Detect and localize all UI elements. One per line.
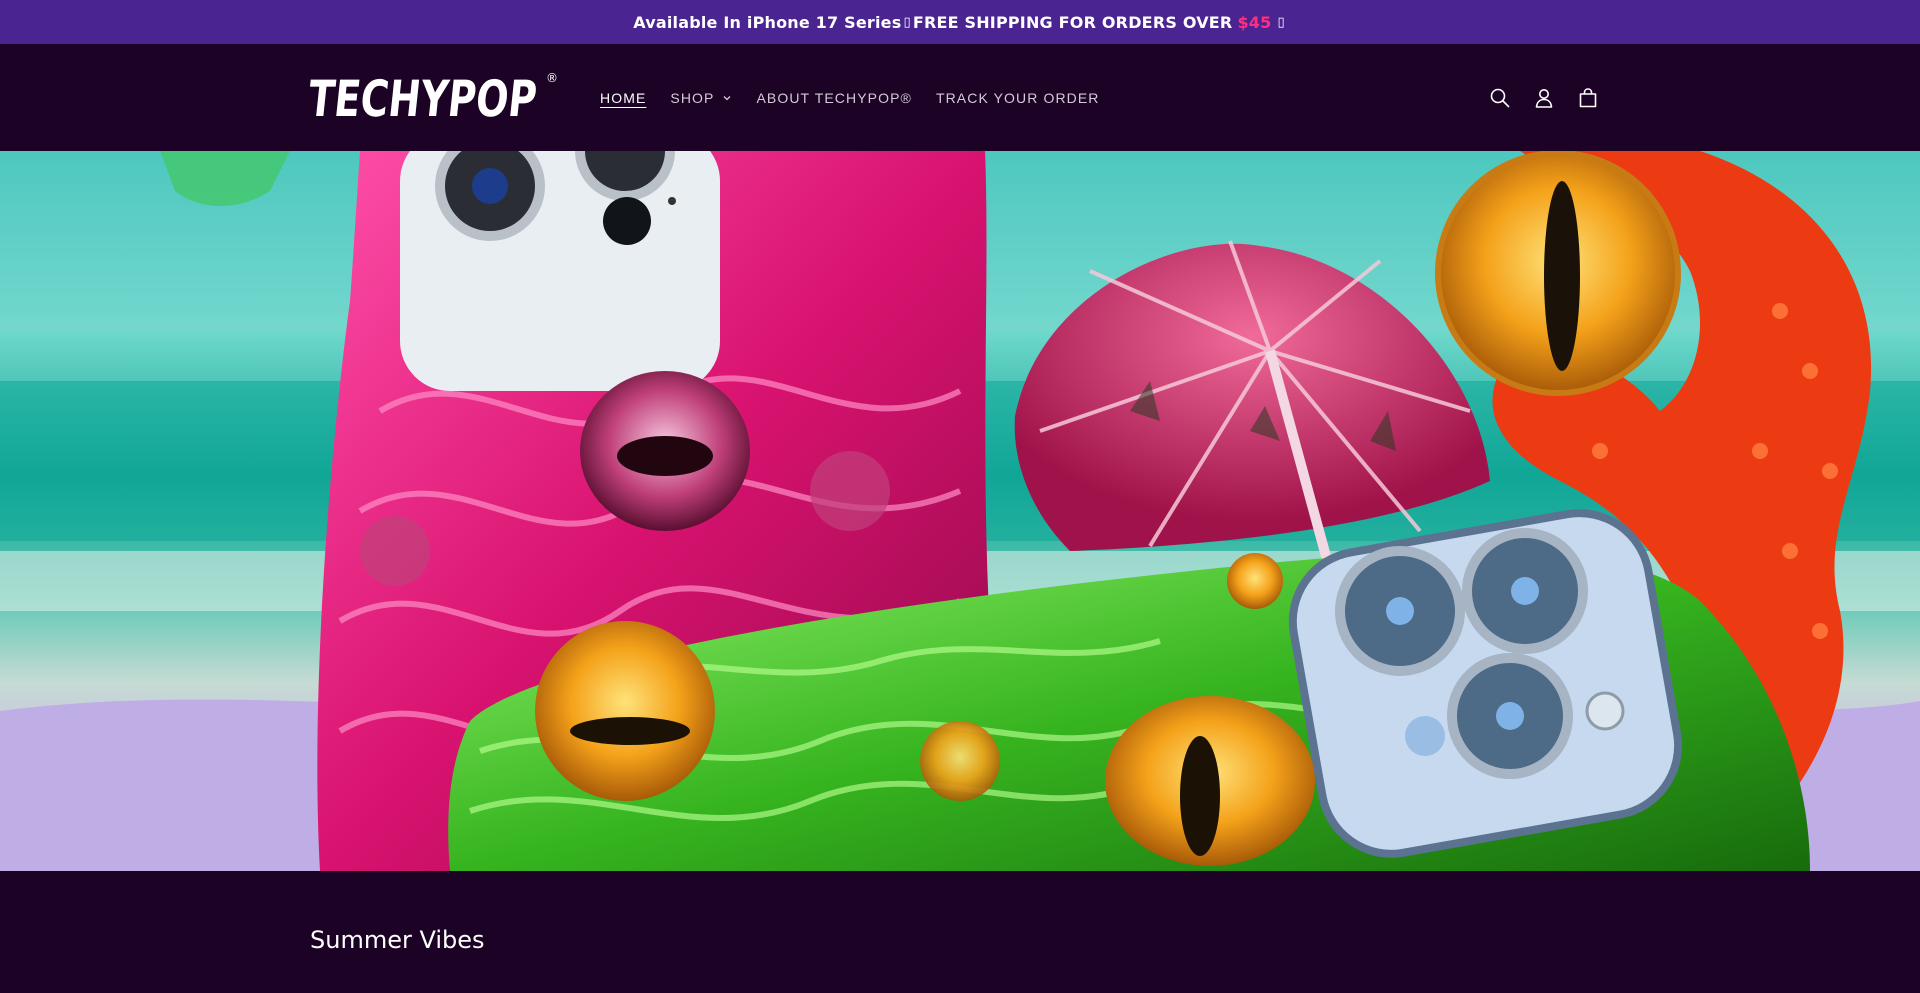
section-title: Summer Vibes [310, 926, 485, 954]
nav-home[interactable]: HOME [600, 90, 646, 106]
cart-icon[interactable] [1576, 86, 1600, 110]
svg-text:®: ® [546, 71, 558, 85]
svg-text:TECHYPOP: TECHYPOP [310, 69, 540, 126]
search-icon[interactable] [1488, 86, 1512, 110]
nav-about[interactable]: ABOUT TECHYPOP® [756, 90, 911, 106]
site-header: TECHYPOP ® HOME SHOP ABOUT TECHYPOP® TRA… [0, 44, 1920, 151]
nav-track-order[interactable]: TRACK YOUR ORDER [936, 90, 1100, 106]
announcement-end-glyph: ▯ [1277, 14, 1285, 30]
announcement-price: $45 [1237, 12, 1272, 32]
announcement-shipping-text: FREE SHIPPING FOR ORDERS OVER [912, 12, 1233, 32]
main-nav: HOME SHOP ABOUT TECHYPOP® TRACK YOUR ORD… [600, 44, 1124, 151]
header-icons [1488, 44, 1600, 151]
nav-shop[interactable]: SHOP [670, 90, 732, 106]
nav-shop-label: SHOP [670, 89, 715, 106]
announcement-text: Available In iPhone 17 Series [633, 12, 902, 32]
announcement-separator: ▯ [903, 14, 911, 30]
chevron-down-icon [724, 95, 731, 100]
announcement-bar: Available In iPhone 17 Series ▯ FREE SHI… [0, 0, 1920, 44]
account-icon[interactable] [1532, 86, 1556, 110]
techypop-logo[interactable]: TECHYPOP ® [305, 66, 558, 128]
hero-illustration [0, 151, 1920, 871]
hero-banner[interactable] [0, 151, 1920, 871]
